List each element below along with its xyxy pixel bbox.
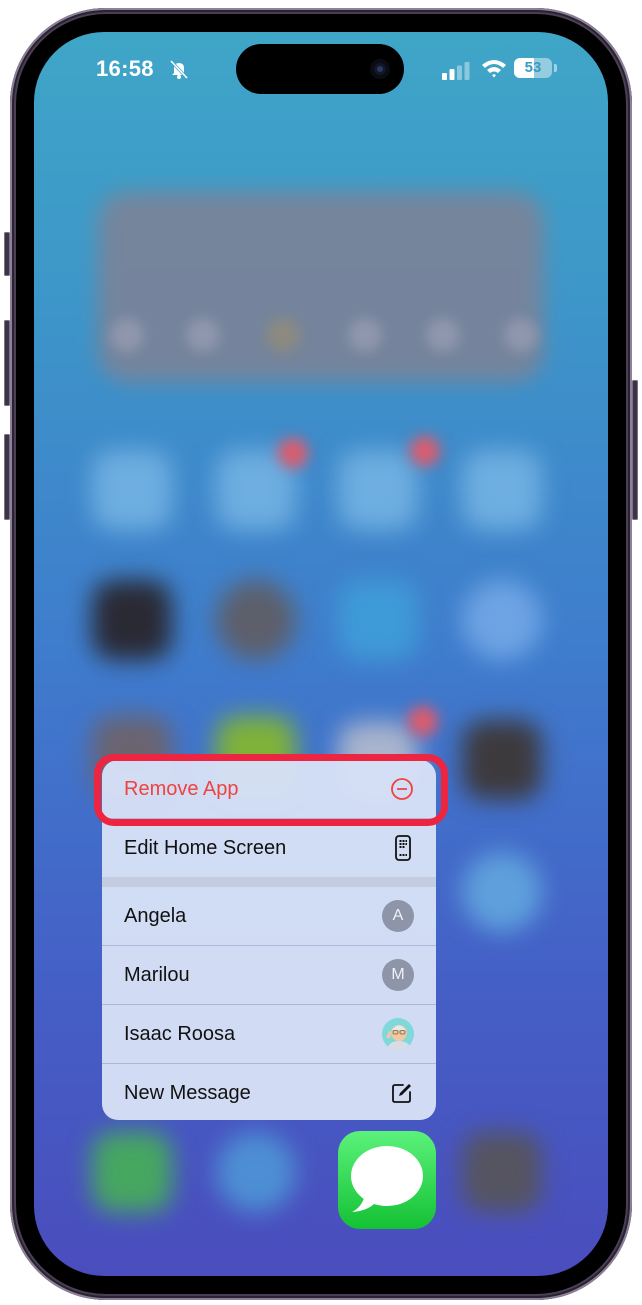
avatar: A: [382, 900, 414, 932]
blurred-app-icon: [338, 450, 418, 530]
blurred-app-icon: [216, 580, 296, 660]
dynamic-island: [236, 44, 404, 94]
menu-section-gap: [102, 877, 436, 887]
memoji-avatar-icon: [382, 1018, 414, 1050]
messages-app-icon[interactable]: [338, 1131, 436, 1229]
blurred-app-icon: [92, 580, 172, 660]
blurred-dock-safari: [216, 1132, 296, 1212]
volume-up-button[interactable]: [4, 320, 10, 406]
blurred-app-icon: [338, 580, 418, 660]
blurred-widget-dot: [348, 318, 382, 352]
menu-item-new-message[interactable]: New Message: [102, 1064, 436, 1120]
blurred-app-icon: [462, 450, 542, 530]
menu-item-contact-angela[interactable]: Angela A: [102, 887, 436, 945]
action-button[interactable]: [4, 232, 10, 276]
menu-item-edit-home-screen[interactable]: Edit Home Screen: [102, 819, 436, 877]
remove-app-highlight: [94, 754, 448, 826]
blurred-notification-badge: [278, 438, 308, 468]
menu-item-contact-marilou[interactable]: Marilou M: [102, 946, 436, 1004]
bell-slash-icon: [169, 59, 189, 80]
menu-item-label: Isaac Roosa: [124, 1022, 236, 1045]
compose-icon: [392, 1084, 411, 1103]
blurred-app-icon: [462, 580, 542, 660]
blurred-app-icon: [462, 852, 542, 932]
blurred-widget-dot: [426, 318, 460, 352]
menu-item-label: Angela: [124, 904, 187, 927]
wifi-icon: [482, 60, 506, 78]
menu-item-label: Edit Home Screen: [124, 836, 287, 859]
blurred-dock-phone: [92, 1132, 172, 1212]
volume-down-button[interactable]: [4, 434, 10, 520]
phone-apps-icon: [395, 835, 411, 861]
blurred-widget: [98, 192, 544, 382]
messages-bubble-icon: [351, 1146, 423, 1212]
avatar: M: [382, 959, 414, 991]
blurred-dock-camera: [462, 1132, 542, 1212]
blurred-widget-dot: [266, 318, 300, 352]
status-time: 16:58: [96, 56, 154, 81]
blurred-app-icon: [92, 450, 172, 530]
battery-tip: [554, 64, 557, 72]
home-screen: 16:58 53 Remove App Edit Home Screen Ang…: [34, 32, 608, 1276]
blurred-app-icon: [462, 720, 542, 800]
blurred-widget-dot: [110, 318, 144, 352]
cellular-signal-icon: [442, 62, 470, 80]
blurred-notification-badge: [408, 706, 438, 736]
battery-percent: 53: [524, 59, 542, 76]
blurred-notification-badge: [410, 436, 440, 466]
power-button[interactable]: [632, 380, 638, 520]
battery-indicator: 53: [514, 58, 552, 78]
menu-item-contact-isaac-roosa[interactable]: Isaac Roosa: [102, 1005, 436, 1063]
blurred-widget-dot: [504, 318, 538, 352]
menu-item-label: New Message: [124, 1081, 251, 1104]
menu-item-label: Marilou: [124, 963, 190, 986]
camera-icon: [370, 59, 390, 79]
blurred-widget-dot: [186, 318, 220, 352]
